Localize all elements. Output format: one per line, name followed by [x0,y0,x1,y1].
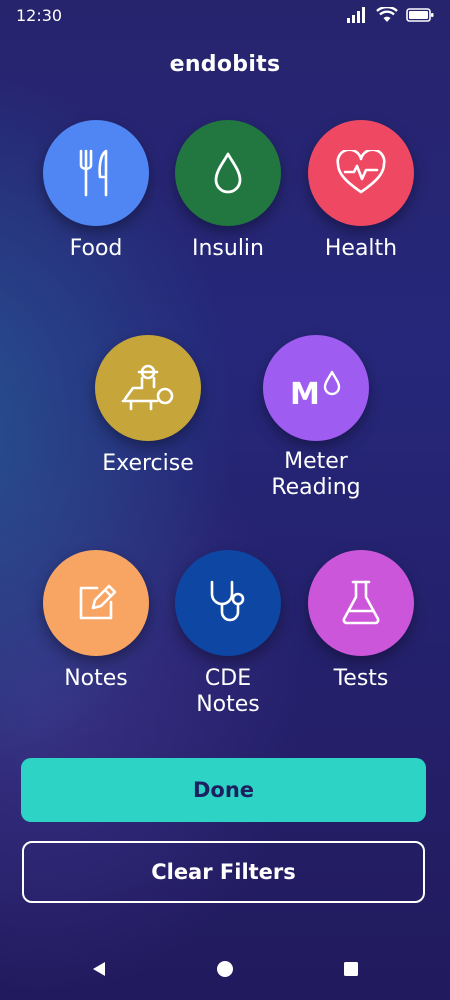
svg-text:M: M [290,377,320,408]
food-label: Food [69,236,123,261]
app-title: endobits [169,52,281,77]
battery-icon [406,8,434,22]
meter-reading-button[interactable]: M Meter Reading [246,335,386,501]
meter-drop-icon: M [290,370,341,408]
food-button[interactable]: Food [26,120,166,262]
meter-reading-circle[interactable]: M [263,335,369,441]
clear-filters-button[interactable]: Clear Filters [22,841,425,903]
status-time: 12:30 [16,6,63,25]
status-bar: 12:30 [0,0,450,32]
back-icon[interactable] [90,960,108,978]
tests-circle[interactable] [308,550,414,656]
tests-button[interactable]: Tests [291,550,431,692]
drop-icon [214,152,242,194]
insulin-button[interactable]: Insulin [158,120,298,262]
recents-icon[interactable] [342,960,360,978]
fork-knife-icon [79,149,108,197]
edit-note-icon [79,584,117,620]
food-circle[interactable] [43,120,149,226]
exercise-label: Exercise [102,451,194,476]
health-button[interactable]: Health [291,120,431,262]
insulin-circle[interactable] [175,120,281,226]
health-label: Health [324,236,398,261]
stethoscope-icon [210,580,245,622]
notes-label: Notes [64,666,128,691]
tests-label: Tests [333,666,389,691]
health-circle[interactable] [308,120,414,226]
cde-notes-circle[interactable] [175,550,281,656]
notes-button[interactable]: Notes [26,550,166,692]
weight-bench-icon [121,364,174,411]
navigation-bar [0,940,450,1000]
done-button[interactable]: Done [21,758,426,822]
heart-pulse-icon [336,150,386,194]
flask-icon [342,580,380,625]
cde-notes-button[interactable]: CDE Notes [158,550,298,718]
insulin-label: Insulin [191,236,264,261]
cde-notes-label: CDE Notes [196,666,260,717]
home-icon[interactable] [215,959,235,979]
notes-circle[interactable] [43,550,149,656]
exercise-circle[interactable] [95,335,201,441]
exercise-button[interactable]: Exercise [78,335,218,477]
wifi-icon [376,7,398,22]
meter-reading-label: Meter Reading [271,449,361,500]
signal-icon [347,7,365,23]
